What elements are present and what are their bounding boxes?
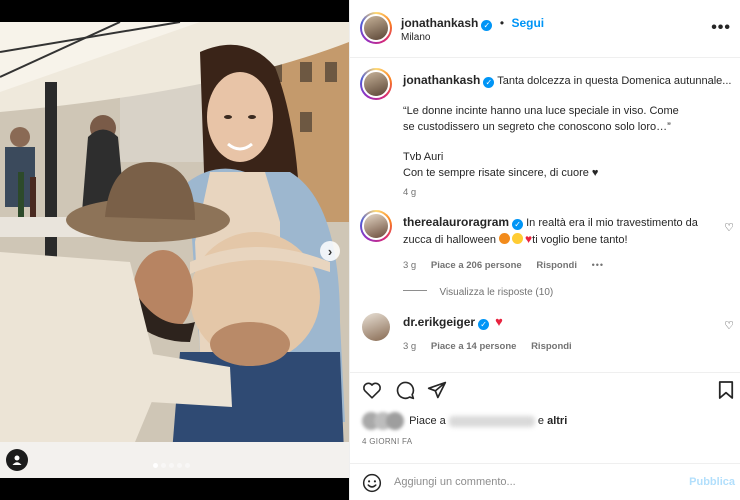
comment-like-icon[interactable]: ♡ xyxy=(724,319,734,332)
more-options-icon[interactable]: ••• xyxy=(711,19,731,37)
post-location[interactable]: Milano xyxy=(401,32,430,43)
comment-likes[interactable]: Piace a 14 persone xyxy=(431,341,517,352)
liker-username-redacted[interactable] xyxy=(448,415,535,427)
comment-avatar[interactable] xyxy=(360,210,392,242)
carousel-dot xyxy=(177,463,182,468)
post-side-panel: jonathankash ✓ • Segui Milano ••• jonatha… xyxy=(349,0,740,500)
caption-sign: Tvb Auri xyxy=(403,151,444,163)
publish-button[interactable]: Pubblica xyxy=(689,476,735,488)
comment-item: dr.erikgeiger ✓ ♥ 3 g Piace a 14 persone … xyxy=(403,314,723,355)
post-actions xyxy=(350,372,740,406)
comment-meta: 3 g Piace a 206 persone Rispondi ••• xyxy=(403,257,723,274)
likes-prefix: Piace a xyxy=(409,414,446,427)
comment-time[interactable]: 3 g xyxy=(403,341,416,352)
follow-button[interactable]: Segui xyxy=(511,16,544,30)
carousel-dot xyxy=(169,463,174,468)
post-header: jonathankash ✓ • Segui Milano ••• xyxy=(350,0,740,58)
verified-badge-icon: ✓ xyxy=(483,77,495,88)
red-heart-icon: ♥ xyxy=(495,314,503,329)
separator-dot: • xyxy=(499,16,505,30)
jack-o-lantern-icon xyxy=(499,233,511,244)
post-media[interactable]: › xyxy=(0,0,349,500)
likes-summary: Piace a e altri xyxy=(362,412,567,430)
likes-joiner: e xyxy=(537,414,545,427)
comment-username[interactable]: dr.erikgeiger xyxy=(403,315,475,329)
post-date[interactable]: 4 GIORNI FA xyxy=(362,437,412,446)
comment-time[interactable]: 3 g xyxy=(403,260,416,271)
comment-input[interactable]: Aggiungi un commento... xyxy=(394,476,516,488)
caption-closing: Con te sempre risate sincere, di cuore ♥ xyxy=(403,167,599,179)
bookmark-icon[interactable] xyxy=(718,380,734,400)
caption-time[interactable]: 4 g xyxy=(403,185,728,201)
add-comment-bar: Aggiungi un commento... Pubblica xyxy=(350,463,740,500)
caption-block: jonathankash ✓ Tanta dolcezza in questa D… xyxy=(403,72,732,201)
author-username[interactable]: jonathankash xyxy=(401,16,478,30)
carousel-dot xyxy=(185,463,190,468)
likers-avatars xyxy=(362,412,404,430)
comment-username[interactable]: therealauroragram xyxy=(403,215,509,229)
user-tag-icon xyxy=(12,455,22,465)
smiley-icon[interactable] xyxy=(362,473,382,493)
comment-item: therealauroragram ✓ In realtà era il mio … xyxy=(403,214,723,274)
carousel-dot xyxy=(153,463,158,468)
comment-meta: 3 g Piace a 14 persone Rispondi xyxy=(403,339,723,355)
reply-button[interactable]: Rispondi xyxy=(531,341,572,352)
post-photo xyxy=(0,22,349,478)
next-photo-button[interactable]: › xyxy=(320,241,340,261)
comment-likes[interactable]: Piace a 206 persone xyxy=(431,260,522,271)
caption-avatar[interactable] xyxy=(360,68,392,100)
caption-first-line: Tanta dolcezza in questa Domenica autunn… xyxy=(497,75,732,87)
paper-plane-icon[interactable] xyxy=(427,380,447,400)
caption-username[interactable]: jonathankash xyxy=(403,73,480,87)
carousel-indicator xyxy=(153,463,190,468)
verified-badge-icon: ✓ xyxy=(478,319,490,330)
photo-illustration xyxy=(0,22,349,478)
verified-badge-icon: ✓ xyxy=(481,20,493,31)
likes-others-link[interactable]: altri xyxy=(547,415,567,427)
comment-icon[interactable] xyxy=(395,380,415,400)
reply-button[interactable]: Rispondi xyxy=(536,260,577,271)
comment-like-icon[interactable]: ♡ xyxy=(724,221,734,234)
author-avatar[interactable] xyxy=(360,12,392,44)
heart-outline-icon[interactable] xyxy=(362,381,382,399)
tagged-users-button[interactable] xyxy=(6,449,28,471)
caption-quote: “Le donne incinte hanno una luce special… xyxy=(403,105,679,133)
comment-more-icon[interactable]: ••• xyxy=(592,260,604,270)
comment-avatar[interactable] xyxy=(362,313,390,341)
view-replies[interactable]: Visualizza le risposte (10) xyxy=(403,282,553,300)
carousel-dot xyxy=(161,463,166,468)
comment-text-after: ti voglio bene tanto! xyxy=(532,234,628,246)
grin-emoji-icon xyxy=(512,233,524,244)
chevron-right-icon: › xyxy=(327,243,333,259)
replies-divider xyxy=(403,290,427,292)
verified-badge-icon: ✓ xyxy=(512,219,524,230)
view-replies-label[interactable]: Visualizza le risposte (10) xyxy=(439,287,553,298)
